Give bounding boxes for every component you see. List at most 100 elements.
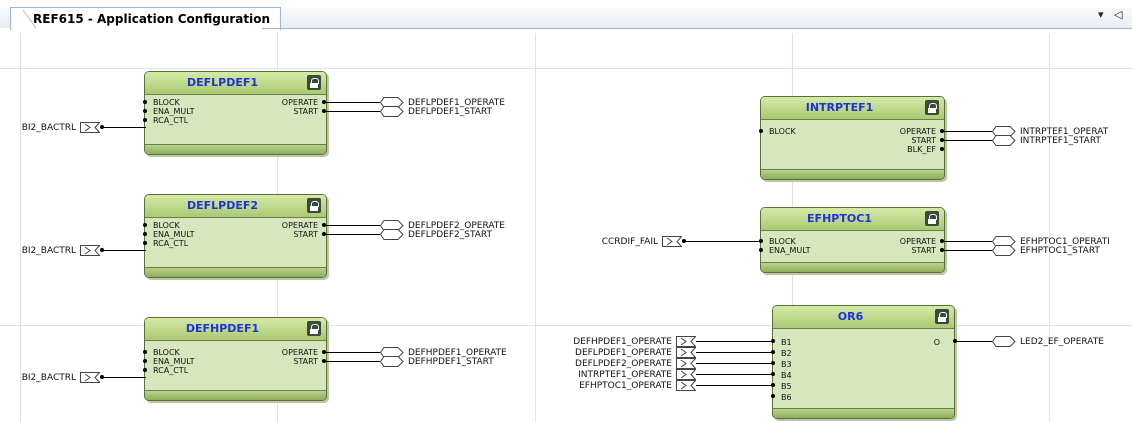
block-header: DEFLPDEF2	[145, 195, 326, 218]
pin-operate[interactable]: OPERATE	[900, 237, 936, 246]
pin-b2[interactable]: B2	[781, 349, 792, 358]
input-connector-icon	[80, 245, 100, 256]
block-header: DEFHPDEF1	[145, 318, 326, 341]
pin-start[interactable]: START	[293, 357, 318, 366]
input-connector-icon	[676, 347, 696, 358]
tab-application-configuration[interactable]: REF615 - Application Configuration	[10, 7, 282, 30]
block-footer	[145, 390, 326, 400]
pin-dot	[100, 375, 104, 379]
block-footer	[761, 169, 944, 179]
input-connector-icon	[662, 236, 682, 247]
input-signal-label[interactable]: CCRDIF_FAIL	[560, 237, 658, 247]
input-signal-label[interactable]: DEFLPDEF1_OPERATE	[520, 348, 672, 358]
input-signal-label[interactable]: BI2_BACTRL	[0, 246, 76, 256]
lock-icon[interactable]	[925, 100, 939, 115]
tab-bar: REF615 - Application Configuration ▾ ◁	[0, 0, 1132, 32]
pin-b5[interactable]: B5	[781, 382, 792, 391]
lock-icon[interactable]	[925, 211, 939, 226]
pin-ena-mult[interactable]: ENA_MULT	[153, 107, 195, 116]
input-signal-label[interactable]: EFHPTOC1_OPERATE	[520, 381, 672, 391]
pin-block[interactable]: BLOCK	[153, 348, 180, 357]
tab-list-dropdown-icon[interactable]: ▾	[1098, 8, 1104, 21]
pin-dot	[940, 147, 944, 151]
block-footer	[773, 408, 954, 418]
wire	[942, 250, 992, 251]
output-signal-label[interactable]: DEFLPDEF1_START	[408, 107, 492, 117]
wire	[324, 234, 380, 235]
output-signal-label[interactable]: EFHPTOC1_START	[1020, 246, 1100, 256]
pin-operate[interactable]: OPERATE	[282, 221, 318, 230]
input-signal-label[interactable]: BI2_BACTRL	[0, 123, 76, 133]
pin-rca-ctl[interactable]: RCA_CTL	[153, 116, 188, 125]
pin-operate[interactable]: OPERATE	[282, 348, 318, 357]
input-signal-label[interactable]: DEFLPDEF2_OPERATE	[520, 359, 672, 369]
grid-line	[1049, 33, 1050, 422]
pin-b1[interactable]: B1	[781, 338, 792, 347]
pin-rca-ctl[interactable]: RCA_CTL	[153, 239, 188, 248]
function-block-deflpdef2[interactable]: DEFLPDEF2 BLOCK ENA_MULT RCA_CTL OPERATE…	[144, 194, 327, 278]
pin-start[interactable]: START	[293, 230, 318, 239]
pin-start[interactable]: START	[911, 246, 936, 255]
pin-block[interactable]: BLOCK	[153, 221, 180, 230]
pin-dot	[143, 100, 147, 104]
input-signal-label[interactable]: INTRPTEF1_OPERATE	[520, 370, 672, 380]
block-title: OR6	[837, 310, 864, 323]
function-block-defhpdef1[interactable]: DEFHPDEF1 BLOCK ENA_MULT RCA_CTL OPERATE…	[144, 317, 327, 401]
output-signal-label[interactable]: INTRPTEF1_START	[1020, 136, 1101, 146]
block-title: DEFLPDEF1	[186, 76, 259, 89]
output-connector-icon	[380, 229, 404, 240]
pin-dot	[771, 394, 775, 398]
pin-block[interactable]: BLOCK	[769, 237, 796, 246]
function-block-efhptoc1[interactable]: EFHPTOC1 BLOCK ENA_MULT OPERATE START	[760, 207, 945, 273]
lock-icon[interactable]	[307, 75, 321, 90]
pin-ena-mult[interactable]: ENA_MULT	[769, 246, 811, 255]
wire	[324, 225, 380, 226]
block-title: DEFLPDEF2	[186, 199, 259, 212]
input-connector-icon	[676, 358, 696, 369]
pin-o[interactable]: O	[934, 338, 940, 347]
pin-ena-mult[interactable]: ENA_MULT	[153, 230, 195, 239]
pin-dot	[143, 109, 147, 113]
lock-icon[interactable]	[307, 198, 321, 213]
pin-start[interactable]: START	[911, 136, 936, 145]
lock-icon[interactable]	[307, 321, 321, 336]
pin-ena-mult[interactable]: ENA_MULT	[153, 357, 195, 366]
output-signal-label[interactable]: DEFLPDEF2_START	[408, 230, 492, 240]
function-block-deflpdef1[interactable]: DEFLPDEF1 BLOCK ENA_MULT RCA_CTL OPERATE…	[144, 71, 327, 155]
block-footer	[761, 262, 944, 272]
pin-block[interactable]: BLOCK	[769, 127, 796, 136]
grid-line	[0, 68, 1132, 69]
pin-dot	[759, 129, 763, 133]
block-header: EFHPTOC1	[761, 208, 944, 231]
function-block-intrptef1[interactable]: INTRPTEF1 BLOCK OPERATE START BLK_EF	[760, 96, 945, 180]
input-signal-label[interactable]: BI2_BACTRL	[0, 373, 76, 383]
wire	[942, 131, 992, 132]
pin-b4[interactable]: B4	[781, 371, 792, 380]
pin-rca-ctl[interactable]: RCA_CTL	[153, 366, 188, 375]
output-signal-label[interactable]: LED2_EF_OPERATE	[1020, 337, 1104, 347]
output-connector-icon	[380, 356, 404, 367]
pin-operate[interactable]: OPERATE	[282, 98, 318, 107]
pin-dot	[143, 232, 147, 236]
tab-scroll-left-icon[interactable]: ◁	[1114, 8, 1122, 21]
function-block-or6[interactable]: OR6 B1 B2 B3 B4 B5 B6 O	[772, 305, 955, 419]
wire	[696, 374, 773, 375]
wire	[955, 341, 992, 342]
pin-block[interactable]: BLOCK	[153, 98, 180, 107]
block-header: DEFLPDEF1	[145, 72, 326, 95]
wire	[324, 102, 380, 103]
input-signal-label[interactable]: DEFHPDEF1_OPERATE	[520, 337, 672, 347]
diagram-canvas[interactable]: DEFLPDEF1 BLOCK ENA_MULT RCA_CTL OPERATE…	[0, 33, 1132, 422]
pin-b6[interactable]: B6	[781, 393, 792, 402]
pin-blk-ef[interactable]: BLK_EF	[907, 145, 936, 154]
block-footer	[145, 267, 326, 277]
block-footer	[145, 144, 326, 154]
block-header: OR6	[773, 306, 954, 329]
lock-icon[interactable]	[935, 309, 949, 324]
output-signal-label[interactable]: DEFHPDEF1_START	[408, 357, 494, 367]
pin-operate[interactable]: OPERATE	[900, 127, 936, 136]
pin-start[interactable]: START	[293, 107, 318, 116]
pin-dot	[143, 223, 147, 227]
wire	[324, 111, 380, 112]
pin-b3[interactable]: B3	[781, 360, 792, 369]
